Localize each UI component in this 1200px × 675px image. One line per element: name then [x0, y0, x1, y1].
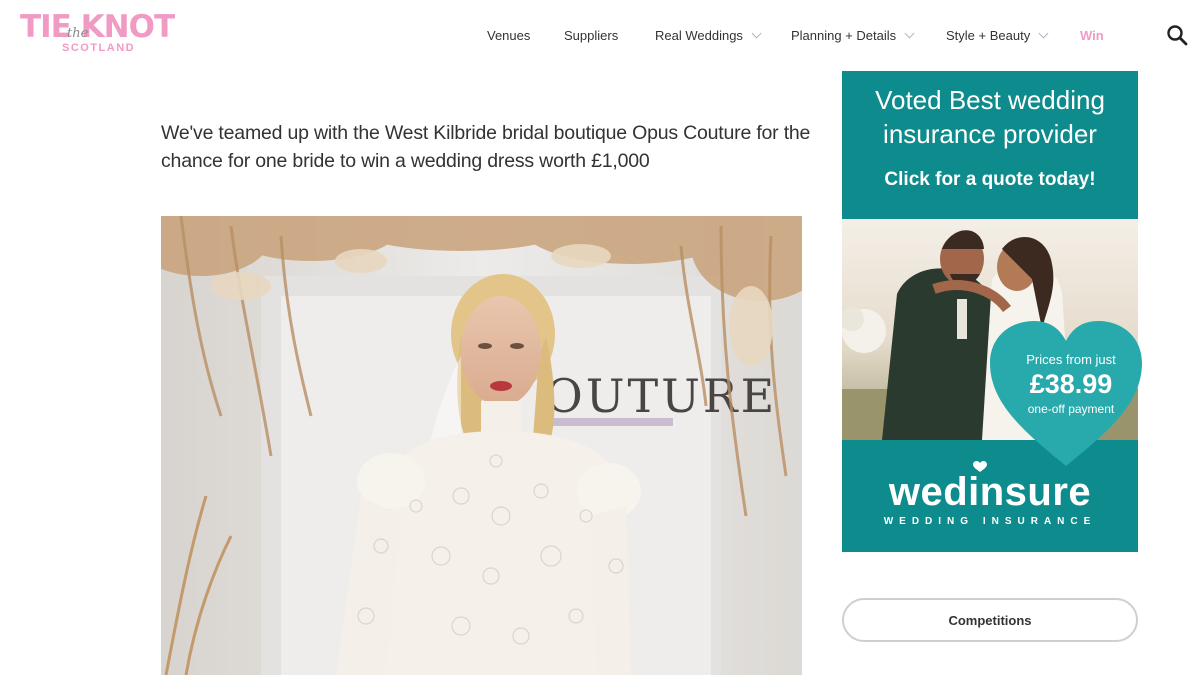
nav-label: Real Weddings [655, 27, 743, 43]
price-suffix: one-off payment [1027, 402, 1115, 416]
nav-label: Planning + Details [791, 27, 897, 43]
ad-tagline: WEDDING INSURANCE [883, 516, 1097, 527]
chevron-down-icon [904, 28, 915, 38]
article-intro: We've teamed up with the West Kilbride b… [161, 122, 811, 172]
ad-headline: Voted Best wedding insurance provider [842, 83, 1138, 151]
ad-cta: Click for a quote today! [884, 169, 1096, 190]
nav-label: Win [1080, 27, 1104, 43]
nav-suppliers[interactable]: Suppliers [564, 24, 618, 46]
chevron-down-icon [751, 28, 762, 38]
nav-win[interactable]: Win [1080, 24, 1104, 46]
ad-headline-line2: insurance provider [883, 119, 1097, 149]
price-prefix: Prices from just [1026, 352, 1116, 367]
nav-venues[interactable]: Venues [487, 24, 530, 46]
heart-icon [973, 461, 987, 472]
ad-headline-line1: Voted Best wedding [875, 85, 1105, 115]
nav-planning-details[interactable]: Planning + Details [791, 24, 915, 46]
nav-style-beauty[interactable]: Style + Beauty [946, 24, 1049, 46]
competitions-button[interactable]: Competitions [842, 598, 1138, 642]
ad-brand-logo: wedinsure [888, 470, 1092, 514]
bride-hero-image: OUTURE [161, 216, 802, 675]
main-nav: Venues Suppliers Real Weddings Planning … [0, 24, 1200, 46]
price-value: £38.99 [1029, 369, 1113, 399]
competitions-button-label: Competitions [948, 612, 1032, 628]
chevron-down-icon [1038, 28, 1049, 38]
boutique-sign: OUTURE [545, 369, 777, 423]
site-header: TIE KNOT the SCOTLAND Venues Suppliers R… [0, 0, 1200, 68]
nav-label: Venues [487, 27, 531, 43]
search-icon[interactable] [1166, 24, 1188, 46]
nav-label: Suppliers [564, 27, 619, 43]
nav-label: Style + Beauty [946, 27, 1031, 43]
nav-real-weddings[interactable]: Real Weddings [655, 24, 762, 46]
wedinsure-ad[interactable]: Voted Best wedding insurance provider Cl… [842, 71, 1142, 552]
price-heart-badge: Prices from just £38.99 one-off payment [990, 321, 1142, 469]
